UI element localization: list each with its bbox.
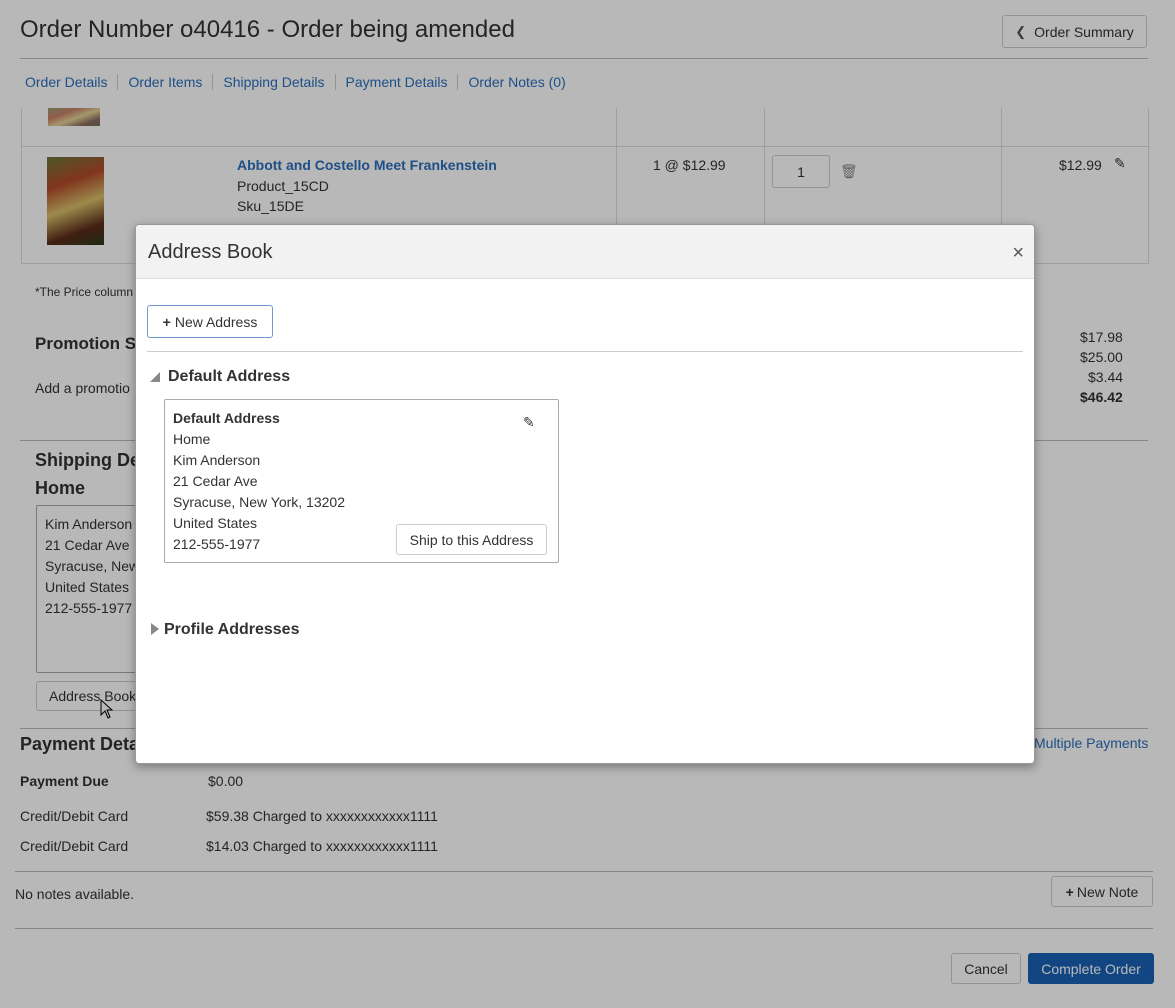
default-address-section-title[interactable]: Default Address	[168, 368, 290, 386]
default-address-card: Default Address ✎ Home Kim Anderson 21 C…	[164, 399, 559, 563]
card-line: Kim Anderson	[173, 452, 261, 468]
profile-addresses-section-title[interactable]: Profile Addresses	[164, 621, 299, 639]
close-icon[interactable]: ×	[1012, 243, 1024, 263]
ship-to-address-label: Ship to this Address	[409, 531, 534, 548]
new-address-button[interactable]: + New Address	[147, 305, 273, 338]
card-line: United States	[173, 515, 258, 531]
collapse-triangle-icon[interactable]	[149, 371, 161, 383]
modal-title: Address Book	[148, 241, 273, 263]
plus-icon: +	[162, 313, 171, 330]
card-line: 21 Cedar Ave	[173, 473, 258, 489]
ship-to-address-button[interactable]: Ship to this Address	[396, 524, 547, 555]
card-line: Syracuse, New York, 13202	[173, 494, 345, 510]
address-book-modal: Address Book × + New Address Default Add…	[135, 224, 1035, 764]
card-line: 212-555-1977	[173, 536, 261, 552]
modal-header: Address Book ×	[136, 225, 1034, 279]
modal-divider	[147, 351, 1023, 352]
pencil-icon[interactable]: ✎	[523, 414, 535, 431]
expand-triangle-icon[interactable]	[150, 623, 160, 635]
card-title: Default Address	[173, 410, 280, 426]
card-line: Home	[173, 431, 211, 447]
new-address-label: New Address	[174, 313, 258, 330]
